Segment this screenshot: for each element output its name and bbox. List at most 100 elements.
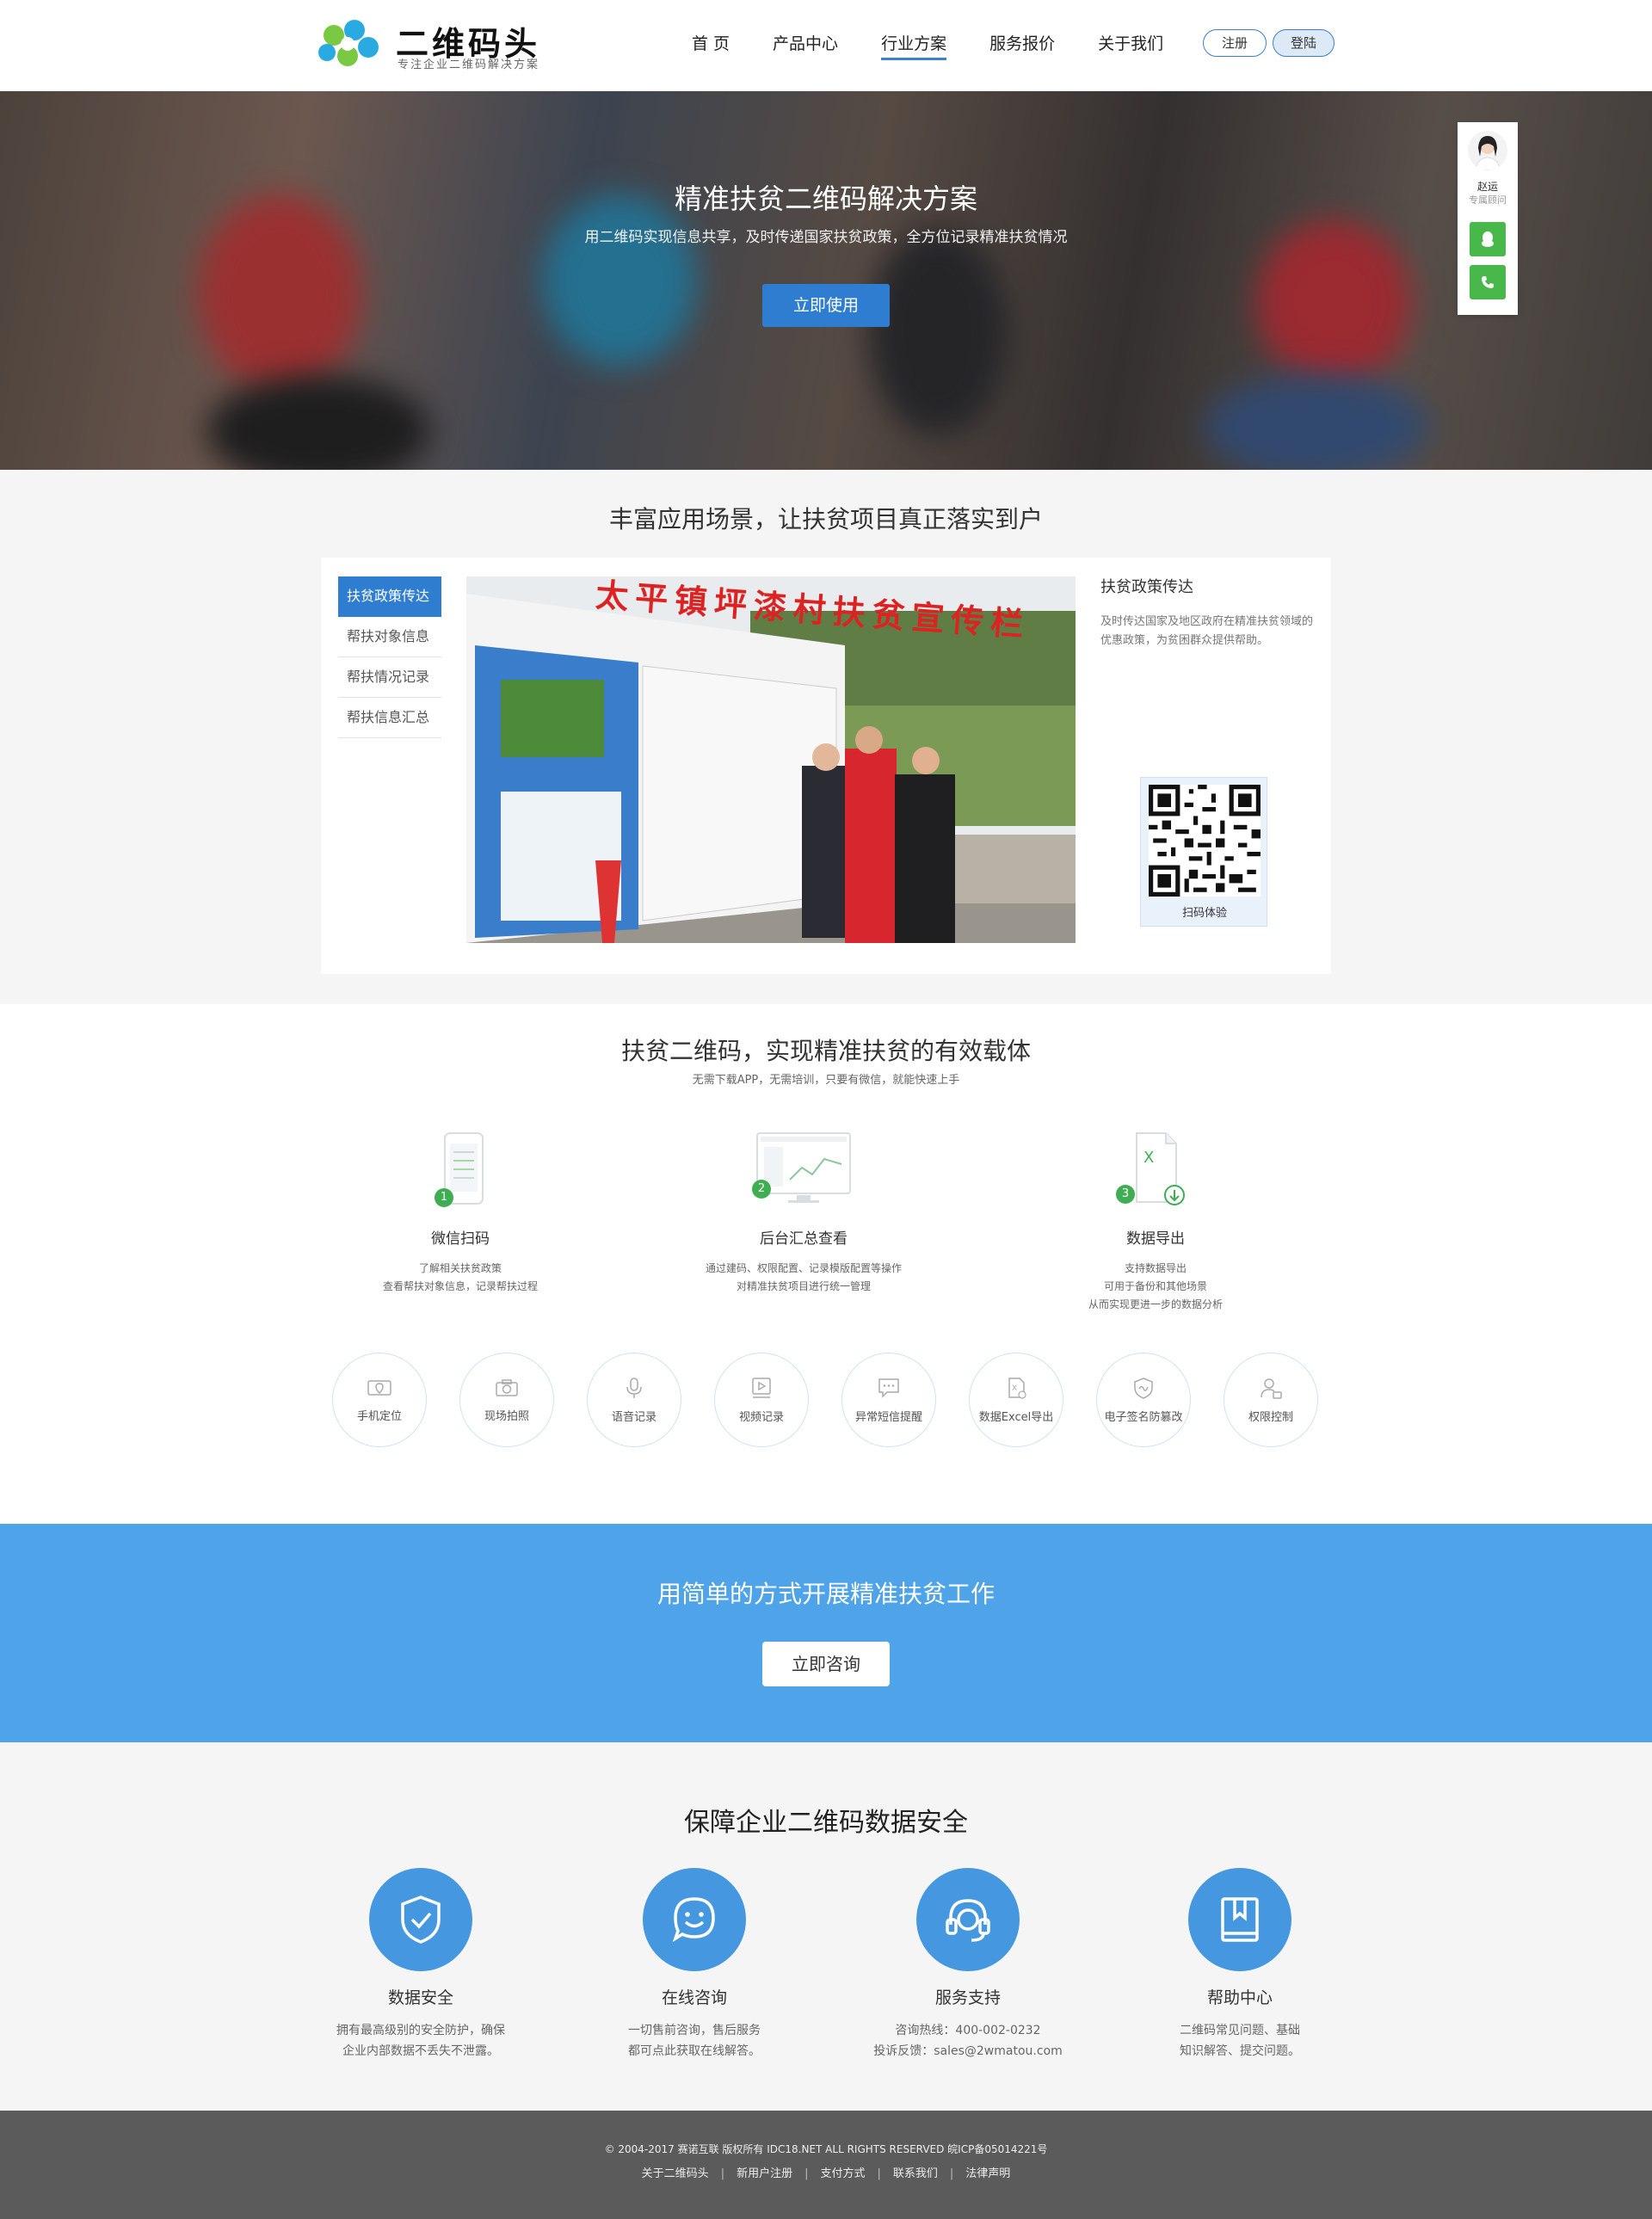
message-alert-icon [878,1378,899,1398]
carrier-subtitle: 无需下载APP，无需培训，只要有微信，就能快速上手 [692,1074,960,1087]
security-icon-circle[interactable] [1188,1868,1291,1971]
step-description: 通过建码、权限配置、记录模版配置等操作 对精准扶贫项目进行统一管理 [666,1260,941,1296]
nav-about[interactable]: 关于我们 [1098,0,1163,91]
qq-button[interactable] [1470,222,1506,256]
security-item-service-support: 服务支持 咨询热线：400-002-0232 投诉反馈：sales@2wmato… [856,1868,1080,2062]
qr-caption: 扫码体验 [1181,907,1227,920]
step-number: 2 [752,1180,771,1199]
tab-summary[interactable]: 帮扶信息汇总 [338,698,441,738]
step-number: 3 [1116,1185,1135,1204]
security-item-desc: 一切售前咨询，售后服务 都可点此获取在线解答。 [583,2020,806,2062]
security-icon-circle[interactable] [916,1868,1020,1971]
camera-icon [496,1378,518,1396]
tab-targets[interactable]: 帮扶对象信息 [338,617,441,657]
qr-code-box[interactable]: 扫码体验 [1140,777,1267,927]
feature-sms-alert[interactable]: 异常短信提醒 [841,1353,936,1447]
consultant-role: 专属顾问 [1469,194,1507,206]
footer-link-contact[interactable]: 联系我们 [893,2167,938,2180]
step-data-export: X 3 数据导出 支持数据导出 可用于备份和其他场景 从而实现更进一步的数据分析 [1018,1125,1293,1314]
hero-overlay [0,91,1652,470]
logo-subtitle: 专注企业二维码解决方案 [398,59,540,71]
step-desc-line: 查看帮扶对象信息，记录帮扶过程 [382,1280,538,1292]
footer-link-about[interactable]: 关于二维码头 [642,2167,709,2180]
site-footer: © 2004-2017 赛诺互联 版权所有 IDC18.NET ALL RIGH… [0,2111,1652,2219]
footer-separator: | [720,2167,725,2180]
cta-banner: 用简单的方式开展精准扶贫工作 立即咨询 [0,1524,1652,1742]
footer-link-register[interactable]: 新用户注册 [737,2167,792,2180]
scenario-detail-title: 扶贫政策传达 [1100,578,1193,596]
tab-policy[interactable]: 扶贫政策传达 [338,576,441,617]
phone-button[interactable] [1470,265,1506,299]
security-desc-line: 二维码常见问题、基础 [1180,2024,1300,2037]
consultant-avatar [1468,131,1507,170]
scenarios-title: 丰富应用场景，让扶贫项目真正落实到户 [608,505,1043,533]
feature-permission[interactable]: 权限控制 [1224,1353,1318,1447]
consult-now-button[interactable]: 立即咨询 [762,1642,890,1686]
security-title: 保障企业二维码数据安全 [684,1808,968,1838]
step-name: 数据导出 [1126,1230,1185,1248]
security-item-desc: 拥有最高级别的安全防护，确保 企业内部数据不丢失不泄露。 [309,2020,533,2062]
security-desc-line: 企业内部数据不丢失不泄露。 [342,2044,499,2058]
user-lock-icon [1261,1378,1282,1399]
step-desc-line: 了解相关扶贫政策 [418,1262,502,1274]
security-desc-line: 投诉反馈：sales@2wmatou.com [873,2044,1063,2058]
security-icon-circle[interactable] [369,1868,472,1971]
feature-location[interactable]: 手机定位 [332,1353,427,1447]
register-button[interactable]: 注册 [1203,29,1267,57]
qr-code-icon [1149,785,1261,897]
security-item-data-safety: 数据安全 拥有最高级别的安全防护，确保 企业内部数据不丢失不泄露。 [309,1868,533,2062]
logo[interactable]: 二维码头 专注企业二维码解决方案 [315,15,547,76]
nav-products[interactable]: 产品中心 [773,0,838,91]
monitor-illustration-icon: 2 [752,1125,855,1211]
feature-label: 权限控制 [1248,1410,1293,1424]
feature-video[interactable]: 视频记录 [714,1353,809,1447]
step-name: 后台汇总查看 [760,1230,848,1248]
feature-label: 手机定位 [356,1409,402,1423]
feature-voice[interactable]: 语音记录 [587,1353,681,1447]
security-desc-line: 咨询热线：400-002-0232 [895,2024,1041,2037]
footer-separator: | [877,2167,881,2180]
hero-banner: 精准扶贫二维码解决方案 用二维码实现信息共享，及时传递国家扶贫政策，全方位记录精… [0,91,1652,470]
footer-separator: | [804,2167,809,2180]
excel-file-illustration-icon: X 3 [1104,1125,1207,1211]
feature-photo[interactable]: 现场拍照 [459,1353,554,1447]
excel-export-icon: X [1008,1377,1026,1399]
carrier-section: 扶贫二维码，实现精准扶贫的有效载体 无需下载APP，无需培训，只要有微信，就能快… [0,1004,1652,1524]
login-button[interactable]: 登陆 [1273,29,1335,57]
security-icon-circle[interactable] [643,1868,746,1971]
security-item-name: 帮助中心 [1206,1988,1273,2007]
cta-title: 用简单的方式开展精准扶贫工作 [656,1580,995,1608]
logo-icon [318,20,379,66]
security-item-desc: 二维码常见问题、基础 知识解答、提交问题。 [1128,2020,1352,2062]
video-icon [752,1377,771,1398]
security-item-desc: 咨询热线：400-002-0232 投诉反馈：sales@2wmatou.com [856,2020,1080,2062]
nav-home[interactable]: 首 页 [692,0,730,91]
consultant-name: 赵运 [1476,181,1498,193]
security-item-online-consult: 在线咨询 一切售前咨询，售后服务 都可点此获取在线解答。 [583,1868,806,2062]
step-number: 1 [435,1188,453,1207]
step-description: 了解相关扶贫政策 查看帮扶对象信息，记录帮扶过程 [323,1260,598,1296]
step-desc-line: 对精准扶贫项目进行统一管理 [736,1280,871,1292]
use-now-button[interactable]: 立即使用 [762,284,890,327]
scenario-detail-text: 及时传达国家及地区政府在精准扶贫领域的优惠政策，为贫困群众提供帮助。 [1100,615,1314,647]
feature-label: 数据Excel导出 [978,1410,1054,1424]
tab-records[interactable]: 帮扶情况记录 [338,657,441,698]
nav-pricing[interactable]: 服务报价 [989,0,1055,91]
feature-label: 视频记录 [738,1410,784,1424]
feature-excel-export[interactable]: X 数据Excel导出 [969,1353,1063,1447]
scenario-photo: 太平镇坪漆村扶贫宣传栏 [466,576,1076,943]
main-nav: 首 页 产品中心 行业方案 服务报价 关于我们 [671,0,1163,91]
location-map-icon [367,1379,391,1396]
footer-link-legal[interactable]: 法律声明 [965,2167,1010,2180]
footer-link-payment[interactable]: 支付方式 [820,2167,865,2180]
nav-solutions[interactable]: 行业方案 [881,0,947,91]
security-desc-line: 都可点此获取在线解答。 [628,2044,761,2058]
consultant-panel: 赵运 专属顾问 [1458,122,1518,315]
step-wechat-scan: 1 微信扫码 了解相关扶贫政策 查看帮扶对象信息，记录帮扶过程 [323,1125,598,1296]
feature-label: 电子签名防篡改 [1104,1410,1183,1424]
step-description: 支持数据导出 可用于备份和其他场景 从而实现更进一步的数据分析 [1018,1260,1293,1314]
feature-e-signature[interactable]: 电子签名防篡改 [1096,1353,1191,1447]
step-desc-line: 可用于备份和其他场景 [1103,1280,1207,1292]
feature-label: 语音记录 [611,1410,656,1424]
step-backend-summary: 2 后台汇总查看 通过建码、权限配置、记录模版配置等操作 对精准扶贫项目进行统一… [666,1125,941,1296]
